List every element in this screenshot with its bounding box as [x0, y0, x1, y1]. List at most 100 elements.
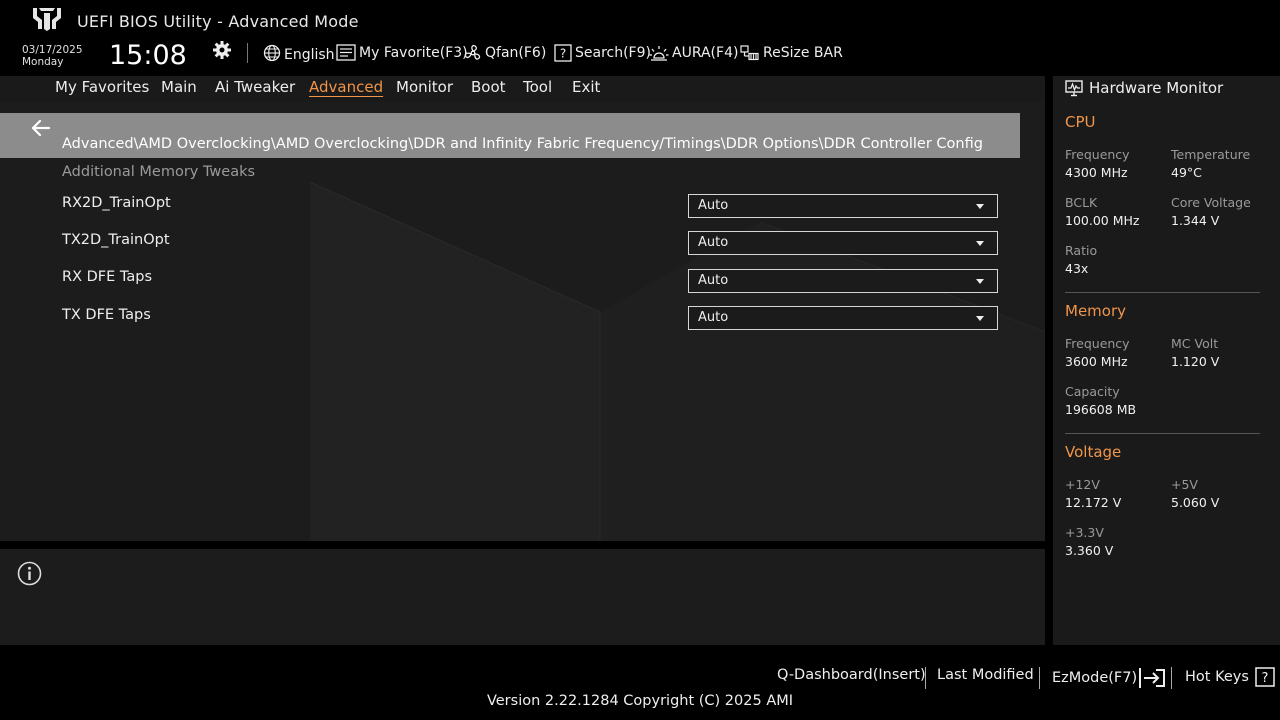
help-question-icon: ? [1255, 667, 1275, 687]
cpu-section-title: CPU [1065, 113, 1096, 131]
my-favorite-label: My Favorite(F3) [359, 45, 468, 61]
section-title: Additional Memory Tweaks [62, 164, 256, 180]
hw-divider [1065, 292, 1260, 293]
hardware-monitor-title-text: Hardware Monitor [1089, 79, 1224, 97]
memory-section-title: Memory [1065, 302, 1127, 320]
day-text: Monday [22, 56, 64, 68]
tab-my-favorites[interactable]: My Favorites [55, 78, 149, 96]
tab-ai-tweaker[interactable]: Ai Tweaker [215, 78, 295, 96]
help-panel [0, 549, 1045, 645]
tab-main[interactable]: Main [161, 78, 197, 96]
tab-tool[interactable]: Tool [523, 78, 552, 96]
core-voltage-value: 1.344 V [1171, 213, 1220, 228]
rx-dfe-taps-select[interactable]: Auto [688, 269, 998, 293]
memory-frequency-value: 3600 MHz [1065, 354, 1128, 369]
breadcrumb-bar: Advanced\AMD Overclocking\AMD Overclocki… [0, 113, 1020, 158]
v12-value: 12.172 V [1065, 495, 1122, 510]
svg-text:?: ? [560, 47, 566, 61]
tuf-logo-icon [33, 8, 61, 31]
hot-keys-button[interactable]: Hot Keys ? [1185, 667, 1275, 687]
mc-volt-label: MC Volt [1171, 336, 1219, 351]
ratio-value: 43x [1065, 261, 1089, 276]
dropdown-caret-icon [976, 241, 984, 246]
select-value: Auto [698, 198, 729, 213]
setting-label-tx2d-trainopt: TX2D_TrainOpt [62, 232, 170, 248]
settings-panel: Advanced\AMD Overclocking\AMD Overclocki… [0, 102, 1045, 541]
svg-text:?: ? [1261, 671, 1268, 686]
resize-bar-label: ReSize BAR [763, 45, 843, 61]
tab-exit[interactable]: Exit [572, 78, 600, 96]
dropdown-caret-icon [976, 316, 984, 321]
gear-icon[interactable] [212, 40, 232, 60]
voltage-section-title: Voltage [1065, 443, 1122, 461]
tx-dfe-taps-select[interactable]: Auto [688, 306, 998, 330]
aura-label: AURA(F4) [672, 45, 739, 61]
v33-label: +3.3V [1065, 525, 1104, 540]
v12-label: +12V [1065, 477, 1100, 492]
aura-button[interactable]: AURA(F4) [649, 43, 738, 63]
version-text: Version 2.22.1284 Copyright (C) 2025 AMI [486, 693, 794, 709]
hardware-monitor-panel: Hardware Monitor CPU Frequency 4300 MHz … [1053, 76, 1280, 645]
tab-advanced[interactable]: Advanced [309, 78, 383, 96]
v5-value: 5.060 V [1171, 495, 1220, 510]
resize-bar-button[interactable]: ReSize BAR [740, 43, 843, 63]
search-label: Search(F9) [575, 45, 651, 61]
globe-icon [263, 44, 281, 62]
bclk-value: 100.00 MHz [1065, 213, 1140, 228]
tx2d-trainopt-select[interactable]: Auto [688, 231, 998, 255]
ezmode-button[interactable]: EzMode(F7) [1052, 667, 1166, 689]
footer-divider [1171, 667, 1172, 689]
select-value: Auto [698, 273, 729, 288]
capacity-value: 196608 MB [1065, 402, 1137, 417]
cpu-temperature-value: 49°C [1171, 165, 1202, 180]
v33-value: 3.360 V [1065, 543, 1114, 558]
footer-divider [925, 667, 926, 689]
search-help-icon: ? [554, 44, 572, 62]
aura-light-icon [649, 46, 669, 61]
hw-divider [1065, 433, 1260, 434]
select-value: Auto [698, 235, 729, 250]
tab-monitor[interactable]: Monitor [396, 78, 453, 96]
ezmode-label: EzMode(F7) [1052, 670, 1138, 686]
panel-divider [0, 541, 1045, 549]
top-bar: UEFI BIOS Utility - Advanced Mode 03/17/… [0, 0, 1280, 76]
date-display: 03/17/2025 Monday [22, 44, 83, 68]
favorite-list-icon [336, 44, 356, 61]
qfan-label: Qfan(F6) [485, 45, 547, 61]
qfan-button[interactable]: Qfan(F6) [464, 43, 546, 63]
fan-icon [464, 44, 481, 60]
header-divider [247, 43, 248, 63]
cpu-temperature-label: Temperature [1171, 147, 1251, 162]
breadcrumb-path: Advanced\AMD Overclocking\AMD Overclocki… [62, 136, 982, 152]
dropdown-caret-icon [976, 279, 984, 284]
date-text: 03/17/2025 [22, 44, 83, 56]
dropdown-caret-icon [976, 204, 984, 209]
last-modified-button[interactable]: Last Modified [937, 667, 1034, 683]
setting-label-tx-dfe-taps: TX DFE Taps [62, 307, 151, 323]
hardware-monitor-title: Hardware Monitor [1065, 79, 1223, 97]
my-favorite-button[interactable]: My Favorite(F3) [336, 43, 468, 63]
cpu-frequency-label: Frequency [1065, 147, 1130, 162]
bclk-label: BCLK [1065, 195, 1098, 210]
cpu-frequency-value: 4300 MHz [1065, 165, 1128, 180]
q-dashboard-button[interactable]: Q-Dashboard(Insert) [777, 667, 926, 683]
language-button[interactable]: English [263, 43, 335, 63]
info-icon [17, 561, 42, 586]
rx2d-trainopt-select[interactable]: Auto [688, 194, 998, 218]
capacity-label: Capacity [1065, 384, 1120, 399]
select-value: Auto [698, 310, 729, 325]
hw-monitor-divider [1045, 76, 1053, 645]
v5-label: +5V [1171, 477, 1198, 492]
tab-boot[interactable]: Boot [471, 78, 506, 96]
monitor-icon [1065, 79, 1083, 96]
setting-label-rx-dfe-taps: RX DFE Taps [62, 269, 152, 285]
footer-divider [1039, 667, 1040, 689]
exit-to-ezmode-icon [1139, 668, 1166, 688]
back-arrow-icon[interactable] [30, 117, 52, 139]
ratio-label: Ratio [1065, 243, 1098, 258]
clock: 15:08 [109, 40, 187, 71]
language-label: English [284, 47, 335, 63]
search-button[interactable]: ? Search(F9) [554, 43, 651, 63]
resize-bar-icon [740, 45, 759, 61]
app-title: UEFI BIOS Utility - Advanced Mode [77, 12, 359, 31]
